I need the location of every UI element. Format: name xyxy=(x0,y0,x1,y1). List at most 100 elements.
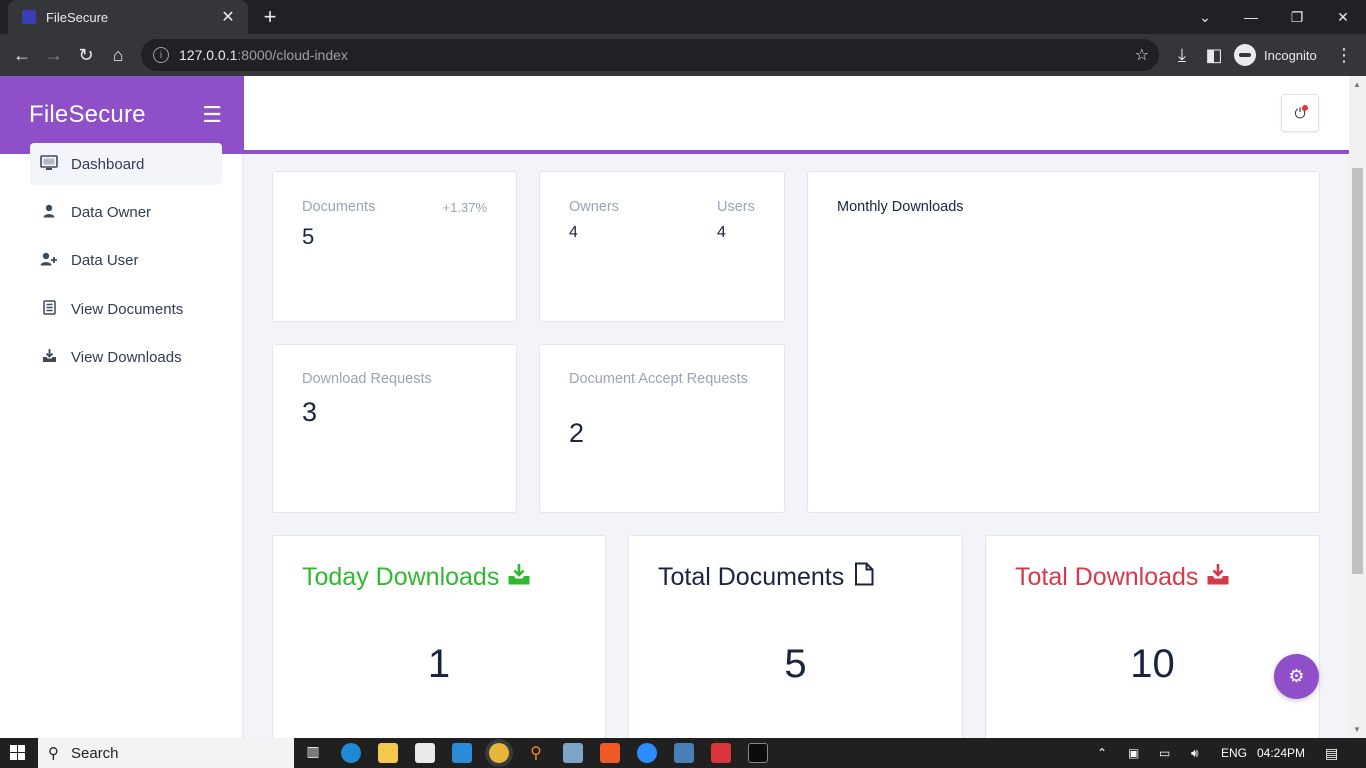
url-host: 127.0.0.1 xyxy=(179,47,238,63)
notifications-icon[interactable]: ▤ xyxy=(1325,738,1338,768)
monitor-icon xyxy=(39,154,59,174)
scrollbar-thumb[interactable] xyxy=(1352,168,1363,574)
back-arrow-icon[interactable]: ← xyxy=(9,42,35,68)
logout-button[interactable]: ⏻ xyxy=(1281,94,1319,132)
browser-menu-icon[interactable]: ⋮ xyxy=(1331,42,1357,68)
tray-chevron-icon[interactable]: ⌃ xyxy=(1097,738,1107,768)
minimize-button[interactable]: — xyxy=(1228,0,1274,34)
site-info-icon[interactable]: i xyxy=(153,47,169,63)
address-bar[interactable]: i 127.0.0.1 :8000/cloud-index ☆ xyxy=(141,39,1159,71)
owners-users-card: Owners Users 4 4 xyxy=(539,171,785,322)
store-app-icon[interactable] xyxy=(415,743,435,763)
download-requests-value: 3 xyxy=(302,397,318,427)
reload-icon[interactable]: ↻ xyxy=(73,42,99,68)
downloads-icon[interactable]: ⤓ xyxy=(1169,42,1195,68)
download-tray-icon xyxy=(507,562,531,593)
edge-icon[interactable] xyxy=(341,743,361,763)
url-path: :8000/cloud-index xyxy=(237,47,348,63)
total-documents-card: Total Documents 5 xyxy=(628,535,963,738)
web-page: FileSecure ☰ ⏻ Dashboard Data Owner Data… xyxy=(0,76,1366,738)
settings-fab-button[interactable]: ⚙ xyxy=(1274,654,1319,699)
task-view-icon[interactable]: ▥ xyxy=(303,743,323,763)
brand-logo[interactable]: FileSecure xyxy=(29,101,146,129)
scroll-down-icon[interactable]: ▼ xyxy=(1353,725,1361,734)
total-documents-value: 5 xyxy=(784,642,807,686)
taskbar-search-label: Search xyxy=(71,744,119,762)
sidebar-item-label: View Documents xyxy=(71,300,184,318)
forward-arrow-icon[interactable]: → xyxy=(41,42,67,68)
today-downloads-title: Today Downloads xyxy=(302,563,500,591)
hamburger-menu-icon[interactable]: ☰ xyxy=(202,102,222,128)
accept-requests-label: Document Accept Requests xyxy=(569,371,748,387)
side-panel-icon[interactable]: ◧ xyxy=(1201,42,1227,68)
download-requests-card: Download Requests 3 xyxy=(272,344,517,513)
restore-button[interactable]: ❐ xyxy=(1274,0,1320,34)
sidebar-item-data-user[interactable]: Data User xyxy=(30,239,222,281)
documents-card: Documents +1.37% 5 xyxy=(272,171,517,322)
total-documents-title: Total Documents xyxy=(658,563,845,591)
total-documents-heading: Total Documents xyxy=(658,562,874,593)
vscode-icon[interactable] xyxy=(452,743,472,763)
taskbar-search-box[interactable]: ⚲ Search xyxy=(38,738,294,768)
tab-title: FileSecure xyxy=(46,9,109,25)
accept-requests-card: Document Accept Requests 2 xyxy=(539,344,785,513)
clock[interactable]: 04:24PM xyxy=(1257,738,1305,768)
total-downloads-value: 10 xyxy=(1130,642,1175,686)
owners-label: Owners xyxy=(569,199,619,215)
new-tab-button[interactable]: + xyxy=(258,4,282,30)
anydesk-icon[interactable] xyxy=(711,743,731,763)
favicon-icon xyxy=(22,10,36,24)
sidebar-item-view-documents[interactable]: View Documents xyxy=(30,288,222,330)
close-window-button[interactable]: ✕ xyxy=(1320,0,1366,34)
bookmark-star-icon[interactable]: ☆ xyxy=(1135,45,1149,65)
documents-change: +1.37% xyxy=(442,200,487,215)
documents-label: Documents xyxy=(302,199,376,215)
sidebar-item-label: Data User xyxy=(71,251,139,269)
chrome-icon[interactable] xyxy=(489,743,509,763)
sidebar-item-dashboard[interactable]: Dashboard xyxy=(30,143,222,185)
sidebar-item-label: View Downloads xyxy=(71,348,182,366)
page-scrollbar[interactable]: ▲ ▼ xyxy=(1349,76,1366,738)
download-tray-icon xyxy=(39,348,59,366)
top-navbar: ⏻ xyxy=(244,76,1349,154)
today-downloads-value: 1 xyxy=(427,642,451,686)
gear-icon: ⚙ xyxy=(1288,666,1305,686)
user-plus-icon xyxy=(39,252,59,269)
network-icon[interactable]: ▭ xyxy=(1159,738,1170,768)
accept-requests-value: 2 xyxy=(569,418,585,448)
volume-icon[interactable]: 🔊︎ xyxy=(1191,738,1199,768)
sidebar-item-view-downloads[interactable]: View Downloads xyxy=(30,336,222,378)
document-list-icon xyxy=(39,300,59,318)
owners-value: 4 xyxy=(569,224,578,241)
users-value: 4 xyxy=(717,224,726,241)
total-downloads-heading: Total Downloads xyxy=(1015,562,1230,593)
total-downloads-title: Total Downloads xyxy=(1015,563,1199,591)
meet-icon[interactable]: ▣ xyxy=(1128,738,1139,768)
search-app-icon[interactable]: ⚲ xyxy=(526,743,546,763)
sidebar-item-data-owner[interactable]: Data Owner xyxy=(30,191,222,233)
incognito-icon xyxy=(1234,44,1256,66)
language-indicator[interactable]: ENG xyxy=(1221,738,1247,768)
tab-search-chevron-icon[interactable]: ⌄ xyxy=(1182,0,1228,34)
today-downloads-heading: Today Downloads xyxy=(302,562,531,593)
browser-toolbar: ← → ↻ ⌂ i 127.0.0.1 :8000/cloud-index ☆ … xyxy=(0,34,1366,76)
tab-close-icon[interactable]: ✕ xyxy=(220,7,236,27)
file-explorer-icon[interactable] xyxy=(378,743,398,763)
windows-start-icon[interactable] xyxy=(10,745,26,761)
scroll-up-icon[interactable]: ▲ xyxy=(1353,80,1361,89)
monthly-downloads-title: Monthly Downloads xyxy=(837,199,964,215)
brave-icon[interactable] xyxy=(600,743,620,763)
incognito-profile-button[interactable]: Incognito xyxy=(1234,41,1317,69)
home-icon[interactable]: ⌂ xyxy=(105,42,131,68)
zoom-icon[interactable] xyxy=(637,743,657,763)
sidebar-item-label: Data Owner xyxy=(71,203,152,221)
browser-tab[interactable]: FileSecure ✕ xyxy=(8,0,248,34)
documents-value: 5 xyxy=(302,224,315,249)
terminal-icon[interactable] xyxy=(748,743,768,763)
monthly-downloads-card: Monthly Downloads xyxy=(807,171,1320,513)
sidebar-item-label: Dashboard xyxy=(71,155,145,173)
sidebar: Dashboard Data Owner Data User View Docu… xyxy=(0,143,243,738)
screen-capture-icon[interactable] xyxy=(674,743,694,763)
image-viewer-icon[interactable] xyxy=(563,743,583,763)
notification-dot xyxy=(1302,105,1308,111)
